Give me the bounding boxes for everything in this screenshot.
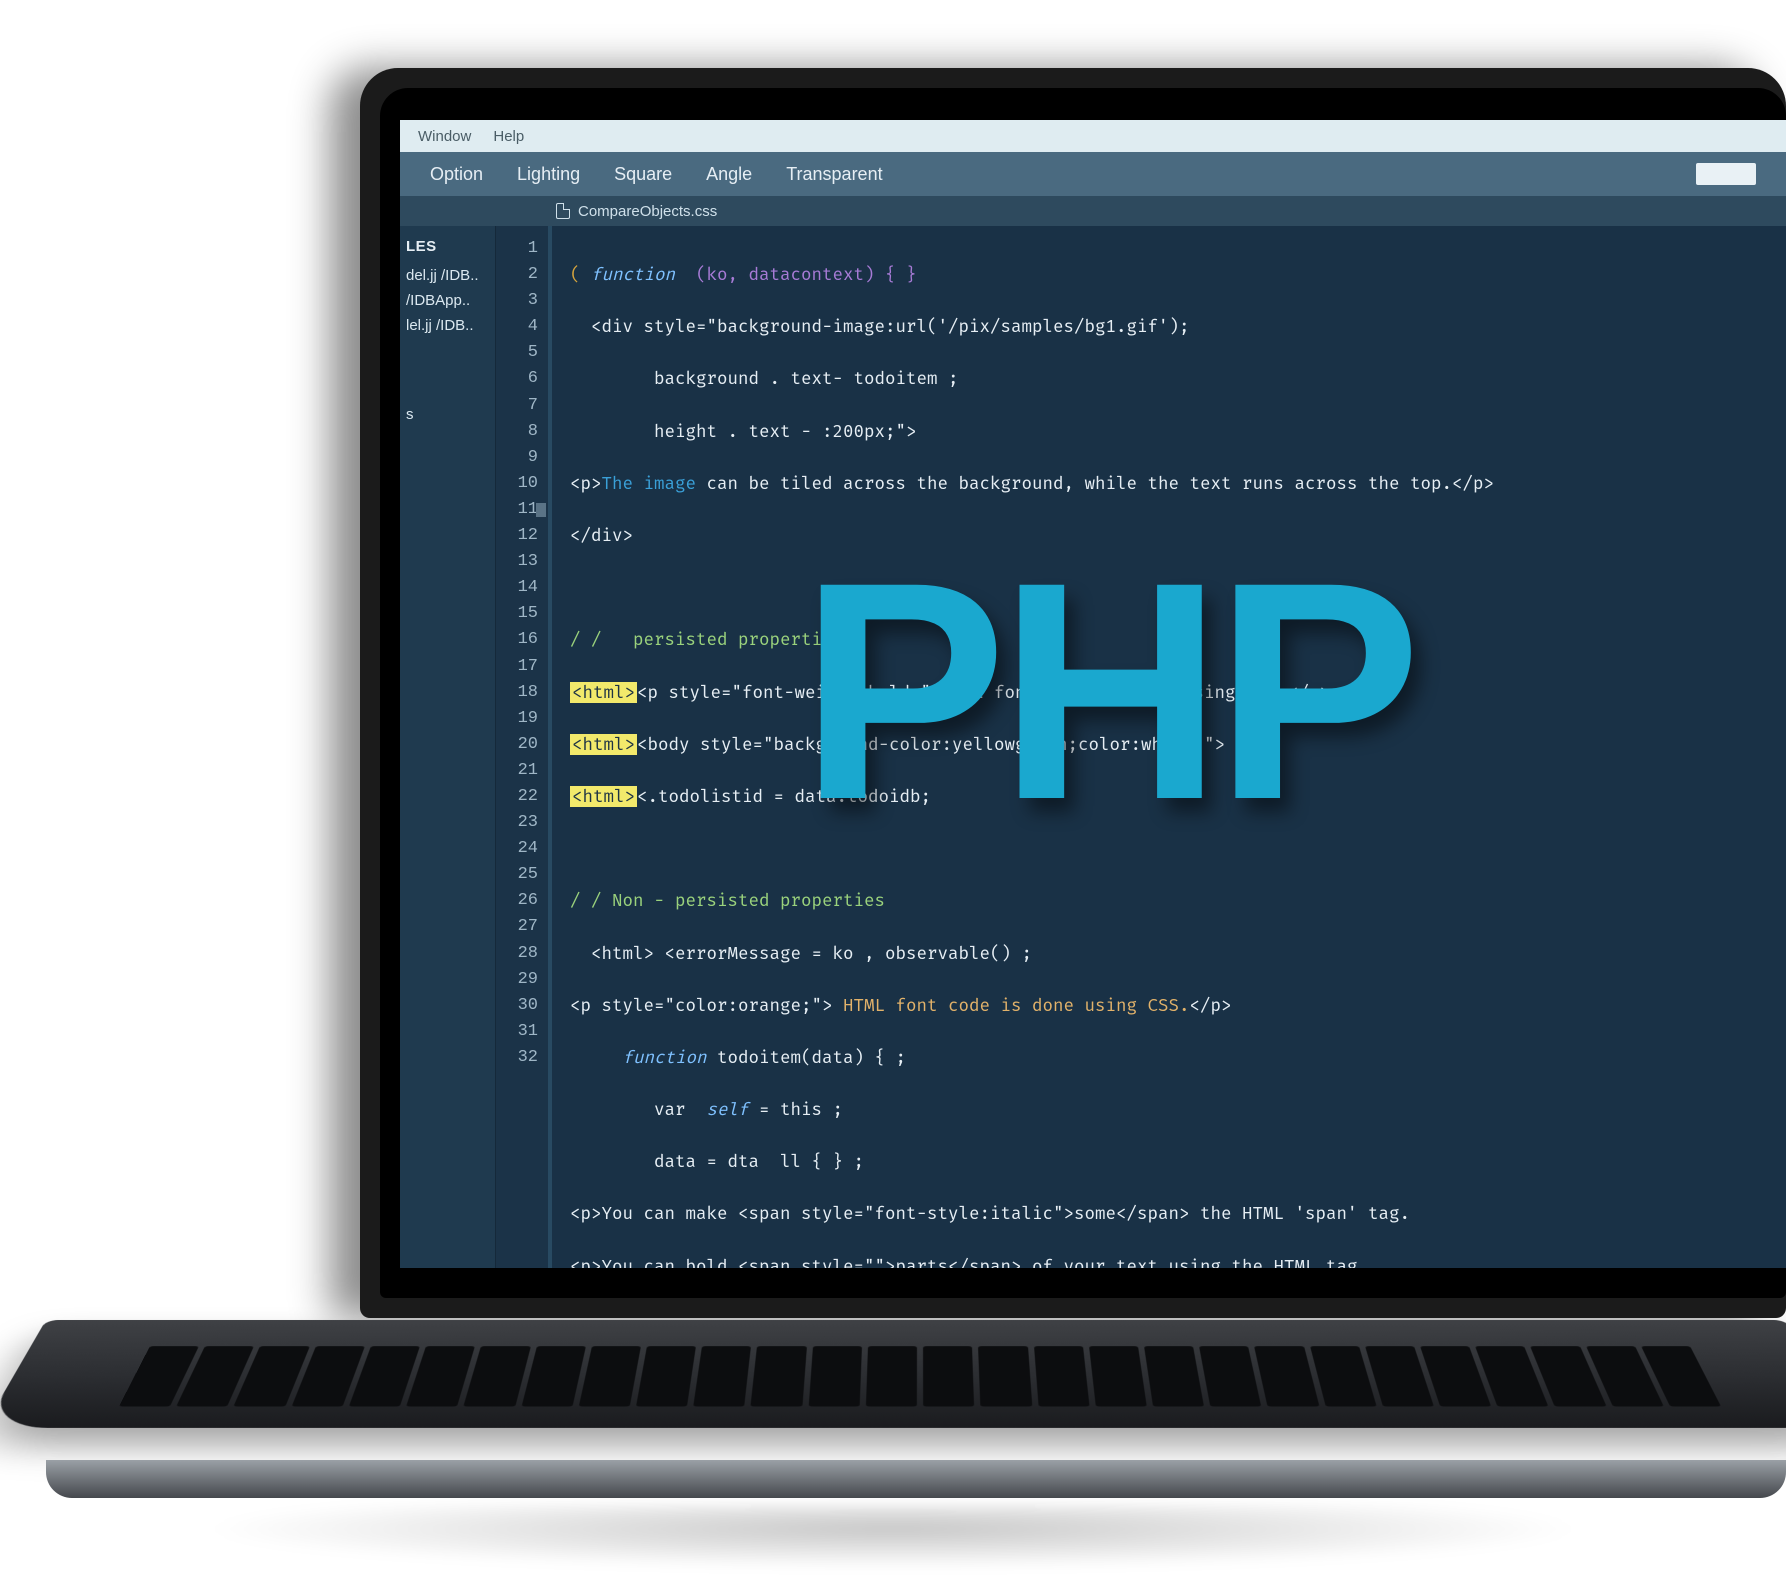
line-number: 21 (496, 758, 538, 784)
code-token: <html> (570, 786, 637, 807)
line-number: 19 (496, 706, 538, 732)
code-token: The image (602, 473, 697, 494)
code-token: function (570, 1047, 707, 1068)
code-token: <html> (570, 734, 637, 755)
line-number: 24 (496, 836, 538, 862)
line-number: 23 (496, 810, 538, 836)
code-comment: / / persisted properties (570, 627, 1770, 653)
line-number: 3 (496, 288, 538, 314)
code-token: can be tiled across the background, whil… (696, 473, 1494, 494)
line-number: 9 (496, 445, 538, 471)
line-number: 28 (496, 941, 538, 967)
line-number: 12 (496, 523, 538, 549)
laptop-shadow (0, 1505, 1786, 1585)
keyboard (119, 1346, 1721, 1407)
code-line: </div> (570, 523, 1770, 549)
sidebar-file[interactable]: del.jj /IDB.. (406, 263, 489, 288)
code-area[interactable]: ( function (ko, datacontext) { } <div st… (552, 226, 1786, 1268)
line-number: 17 (496, 654, 538, 680)
code-token: ( (570, 264, 581, 285)
workbench: LES del.jj /IDB.. /IDBApp.. lel.jj /IDB.… (400, 226, 1786, 1268)
code-token: </p> (1190, 995, 1232, 1016)
sidebar-tail: s (406, 402, 489, 427)
os-menu-window[interactable]: Window (418, 128, 471, 145)
code-line: height . text - :200px;"> (570, 419, 1770, 445)
code-token: <body style="background-color:yellowgree… (637, 734, 1225, 755)
search-input[interactable] (1696, 163, 1756, 185)
code-token: <p style="font-weight:bold;">HTML font c… (637, 682, 1330, 703)
line-gutter: 1 2 3 4 5 6 7 8 9 10 11 12 13 14 15 16 1 (496, 226, 552, 1268)
menu-square[interactable]: Square (614, 164, 672, 185)
menu-angle[interactable]: Angle (706, 164, 752, 185)
sidebar: LES del.jj /IDB.. /IDBApp.. lel.jj /IDB.… (400, 226, 496, 1268)
line-number: 10 (496, 471, 538, 497)
line-number: 26 (496, 888, 538, 914)
code-token: var (570, 1099, 707, 1120)
menu-option[interactable]: Option (430, 164, 483, 185)
code-line: background . text- todoitem ; (570, 366, 1770, 392)
line-number: 29 (496, 967, 538, 993)
file-icon (556, 203, 570, 219)
laptop-front-edge (46, 1460, 1786, 1498)
code-token: <html> (570, 682, 637, 703)
code-line: <p>You can make <span style="font-style:… (570, 1201, 1770, 1227)
line-number: 22 (496, 784, 538, 810)
line-number: 30 (496, 993, 538, 1019)
code-line: <html> <errorMessage = ko , observable()… (570, 941, 1770, 967)
menu-transparent[interactable]: Transparent (786, 164, 882, 185)
line-number: 18 (496, 680, 538, 706)
sidebar-section-label: LES (406, 238, 489, 255)
code-comment: / / Non - persisted properties (570, 888, 1770, 914)
code-token: <.todolistid = data.todoidb; (637, 786, 931, 807)
code-token: <p> (570, 473, 602, 494)
line-number: 8 (496, 419, 538, 445)
line-number: 15 (496, 601, 538, 627)
line-number: 13 (496, 549, 538, 575)
line-number: 25 (496, 862, 538, 888)
code-token: <p style="color:orange;"> (570, 995, 843, 1016)
line-number: 32 (496, 1045, 538, 1071)
line-number: 14 (496, 575, 538, 601)
code-line: <div style="background-image:url('/pix/s… (570, 314, 1770, 340)
code-token: self (707, 1099, 749, 1120)
app-menubar: Option Lighting Square Angle Transparent (400, 152, 1786, 196)
line-number: 6 (496, 366, 538, 392)
screen: Window Help Option Lighting Square Angle… (400, 120, 1786, 1268)
code-line: data = dta ll { } ; (570, 1149, 1770, 1175)
line-number: 2 (496, 262, 538, 288)
line-number: 1 (496, 236, 538, 262)
line-number: 4 (496, 314, 538, 340)
os-menubar: Window Help (400, 120, 1786, 152)
sidebar-file[interactable]: /IDBApp.. (406, 288, 489, 313)
sidebar-file[interactable]: lel.jj /IDB.. (406, 313, 489, 338)
line-number: 7 (496, 393, 538, 419)
line-number: 31 (496, 1019, 538, 1045)
line-number: 16 (496, 627, 538, 653)
line-number: 20 (496, 732, 538, 758)
code-line: <p>You can bold <span style="">parts</sp… (570, 1254, 1770, 1268)
code-token: HTML font code is done using CSS. (843, 995, 1190, 1016)
line-number: 27 (496, 914, 538, 940)
code-token: todoitem(data) { ; (707, 1047, 907, 1068)
code-token: (ko, datacontext) { } (675, 264, 917, 285)
tab-strip: CompareObjects.css (400, 196, 1786, 226)
code-token: = this ; (749, 1099, 844, 1120)
active-tab[interactable]: CompareObjects.css (578, 203, 717, 220)
menu-lighting[interactable]: Lighting (517, 164, 580, 185)
line-number: 11 (496, 497, 538, 523)
line-number: 5 (496, 340, 538, 366)
code-token: function (581, 264, 676, 285)
os-menu-help[interactable]: Help (493, 128, 524, 145)
code-editor[interactable]: 1 2 3 4 5 6 7 8 9 10 11 12 13 14 15 16 1 (496, 226, 1786, 1268)
